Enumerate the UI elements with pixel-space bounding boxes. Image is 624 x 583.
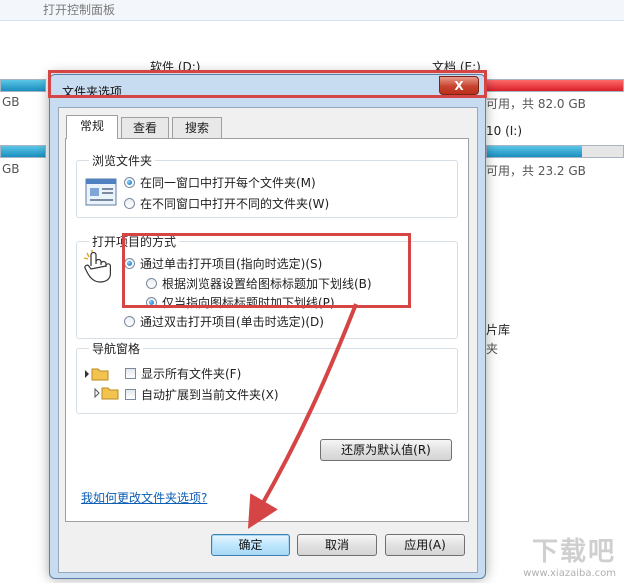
ok-button[interactable]: 确定: [211, 534, 290, 556]
control-panel-link[interactable]: 打开控制面板: [43, 1, 115, 18]
navigation-pane-group: 导航窗格 显示所有文件夹(F) 自动扩展到当前文件夹(X): [76, 340, 458, 414]
hand-pointer-icon: [83, 250, 111, 283]
open-new-window-label: 在不同窗口中打开不同的文件夹(W): [140, 197, 330, 211]
navigation-pane-label: 导航窗格: [89, 340, 144, 357]
drive-i-free-text: 可用，共 23.2 GB: [486, 164, 586, 178]
restore-defaults-button[interactable]: 还原为默认值(R): [320, 439, 452, 461]
cancel-button[interactable]: 取消: [297, 534, 377, 556]
click-items-label: 打开项目的方式: [89, 233, 180, 250]
close-button[interactable]: X: [439, 76, 479, 95]
open-new-window-radio[interactable]: [124, 198, 135, 209]
watermark-url: www.xiazaiba.com: [523, 568, 616, 579]
drive-e-free-text: 可用，共 82.0 GB: [486, 97, 586, 111]
drive-e-label[interactable]: 文档 (E:): [432, 58, 481, 75]
tab-search[interactable]: 搜索: [172, 117, 222, 138]
drive-c-free-text: GB: [2, 95, 20, 109]
double-click-label: 通过双击打开项目(单击时选定)(D): [140, 315, 324, 329]
watermark-main-text: 下载吧: [531, 537, 616, 567]
dialog-title: 文件夹选项: [62, 85, 123, 99]
general-tab-panel: 浏览文件夹 在同一窗口中打开每个文件夹(M) 在不同窗口中打开不同的文件夹(W): [65, 138, 469, 522]
auto-expand-label: 自动扩展到当前文件夹(X): [141, 388, 279, 402]
show-all-folders-checkbox[interactable]: [125, 368, 136, 379]
single-click-label: 通过单击打开项目(指向时选定)(S): [140, 257, 323, 271]
drive-d-label[interactable]: 软件 (D:): [150, 58, 200, 75]
browse-folders-group: 浏览文件夹 在同一窗口中打开每个文件夹(M) 在不同窗口中打开不同的文件夹(W): [76, 152, 458, 218]
open-new-window-option[interactable]: 在不同窗口中打开不同的文件夹(W): [124, 195, 329, 212]
help-link[interactable]: 我如何更改文件夹选项?: [81, 489, 207, 506]
double-click-option[interactable]: 通过双击打开项目(单击时选定)(D): [124, 313, 324, 330]
drive-i-capacity-bar: [486, 145, 624, 158]
tab-general[interactable]: 常规: [66, 115, 118, 139]
auto-expand-option[interactable]: 自动扩展到当前文件夹(X): [125, 386, 279, 403]
folder-tree-icon: [85, 368, 119, 400]
underline-browser-radio[interactable]: [146, 278, 157, 289]
browse-folders-icon: [85, 178, 117, 206]
show-all-folders-option[interactable]: 显示所有文件夹(F): [125, 365, 241, 382]
open-same-window-label: 在同一窗口中打开每个文件夹(M): [140, 176, 316, 190]
site-watermark: 下载吧 www.xiazaiba.com: [523, 531, 616, 579]
folder-options-dialog: 文件夹选项 X 常规 查看 搜索 浏览文件夹 在同一窗口中打开每个文件夹(M): [49, 74, 486, 579]
open-same-window-radio[interactable]: [124, 177, 135, 188]
underline-point-radio[interactable]: [146, 297, 157, 308]
single-click-radio[interactable]: [124, 258, 135, 269]
library-sub-label: 夹: [486, 342, 499, 356]
drive-f-capacity-bar: [0, 145, 46, 158]
underline-browser-label: 根据浏览器设置给图标标题加下划线(B): [162, 277, 372, 291]
tab-view[interactable]: 查看: [121, 117, 169, 138]
drive-c-capacity-bar: [0, 79, 46, 92]
browse-folders-label: 浏览文件夹: [89, 152, 156, 169]
auto-expand-checkbox[interactable]: [125, 389, 136, 400]
apply-button[interactable]: 应用(A): [385, 534, 465, 556]
single-click-option[interactable]: 通过单击打开项目(指向时选定)(S): [124, 255, 322, 272]
dialog-client-area: 常规 查看 搜索 浏览文件夹 在同一窗口中打开每个文件夹(M) 在不同窗口中打开…: [58, 107, 478, 573]
double-click-radio[interactable]: [124, 316, 135, 327]
open-same-window-option[interactable]: 在同一窗口中打开每个文件夹(M): [124, 174, 316, 191]
drive-e-capacity-bar: [486, 79, 624, 92]
drive-f-free-text: GB: [2, 162, 20, 176]
explorer-toolbar: 打开控制面板: [0, 0, 624, 21]
show-all-folders-label: 显示所有文件夹(F): [141, 367, 242, 381]
underline-point-option[interactable]: 仅当指向图标标题时加下划线(P): [146, 294, 335, 311]
library-label[interactable]: 片库: [486, 321, 510, 338]
underline-point-label: 仅当指向图标标题时加下划线(P): [162, 296, 335, 310]
click-items-group: 打开项目的方式 通过单击打开项目(指向时选定)(S) 根据浏览器设置给图标标题加…: [76, 233, 458, 339]
underline-browser-option[interactable]: 根据浏览器设置给图标标题加下划线(B): [146, 275, 372, 292]
drive-i-label[interactable]: 10 (I:): [486, 124, 522, 138]
